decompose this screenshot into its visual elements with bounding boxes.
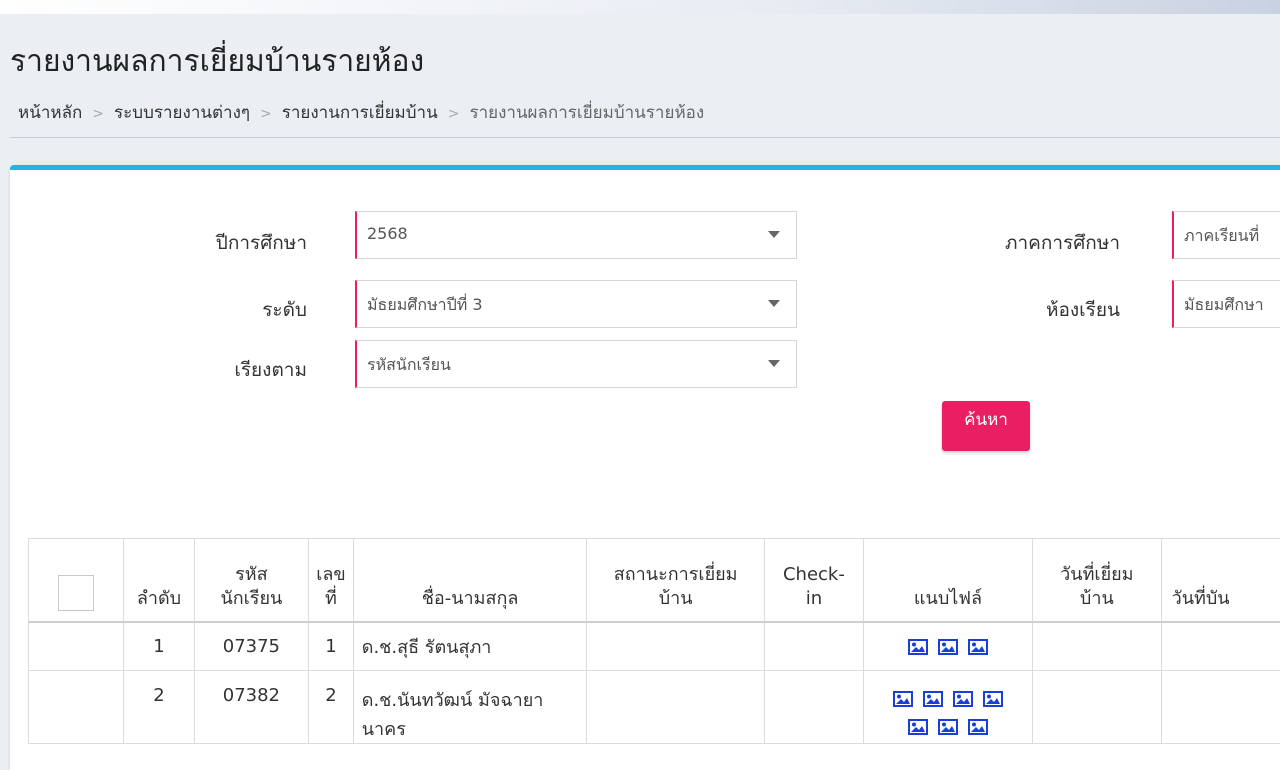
header-record-date: วันที่บัน <box>1161 539 1280 622</box>
table-row: 1 07375 1 ด.ช.สุธี รัตนสุภา <box>29 622 1280 671</box>
cell-order: 1 <box>124 622 194 671</box>
cell-visit-status <box>587 622 765 671</box>
level-label: ระดับ <box>262 295 307 325</box>
cell-record-date <box>1161 622 1280 671</box>
image-icon[interactable] <box>908 719 928 735</box>
cell-number: 2 <box>309 671 354 744</box>
cell-visit-date <box>1033 622 1161 671</box>
breadcrumb-reports[interactable]: ระบบรายงานต่างๆ <box>114 103 250 123</box>
sort-value: รหัสนักเรียน <box>367 353 451 378</box>
cell-name: ด.ช.นันทวัฒน์ มัจฉายานาคร <box>353 671 587 744</box>
image-icon[interactable] <box>908 639 928 655</box>
cell-student-id: 07382 <box>194 671 309 744</box>
cell-attachments <box>863 622 1032 671</box>
image-icon[interactable] <box>983 691 1003 707</box>
breadcrumb-separator: > <box>92 106 104 122</box>
header-checkin: Check-in <box>764 539 863 622</box>
caret-down-icon <box>768 360 780 367</box>
breadcrumb: หน้าหลัก > ระบบรายงานต่างๆ > รายงานการเยี่ยม… <box>18 99 704 126</box>
cell-attachments <box>863 671 1032 744</box>
breadcrumb-home[interactable]: หน้าหลัก <box>18 103 82 123</box>
cell-visit-date <box>1033 671 1161 744</box>
image-icon[interactable] <box>968 639 988 655</box>
level-value: มัธยมศึกษาปีที่ 3 <box>367 293 483 318</box>
top-band <box>0 0 1280 14</box>
semester-label: ภาคการศึกษา <box>1005 228 1120 258</box>
results-table: ลำดับ รหัสนักเรียน เลขที่ ชื่อ-นามสกุล ส… <box>28 538 1280 744</box>
title-divider <box>10 137 1280 138</box>
header-student-id: รหัสนักเรียน <box>194 539 309 622</box>
cell-checkin <box>764 622 863 671</box>
select-all-checkbox[interactable] <box>58 575 94 611</box>
header-visit-date: วันที่เยี่ยมบ้าน <box>1033 539 1161 622</box>
sort-select[interactable]: รหัสนักเรียน <box>355 340 797 388</box>
year-select[interactable]: 2568 <box>355 211 797 259</box>
image-icon[interactable] <box>938 639 958 655</box>
cell-student-id: 07375 <box>194 622 309 671</box>
breadcrumb-separator: > <box>260 106 272 122</box>
image-icon[interactable] <box>893 691 913 707</box>
cell-name: ด.ช.สุธี รัตนสุภา <box>353 622 587 671</box>
header-attachments: แนบไฟล์ <box>863 539 1032 622</box>
row-select-cell <box>29 671 124 744</box>
cell-checkin <box>764 671 863 744</box>
breadcrumb-current: รายงานผลการเยี่ยมบ้านรายห้อง <box>469 103 704 123</box>
breadcrumb-separator: > <box>448 106 460 122</box>
caret-down-icon <box>768 300 780 307</box>
header-number: เลขที่ <box>309 539 354 622</box>
report-card: ปีการศึกษา 2568 ระดับ มัธยมศึกษาปีที่ 3 … <box>10 165 1280 770</box>
classroom-select[interactable]: มัธยมศึกษา <box>1172 280 1280 328</box>
page-title: รายงานผลการเยี่ยมบ้านรายห้อง <box>10 38 424 85</box>
image-icon[interactable] <box>938 719 958 735</box>
cell-order: 2 <box>124 671 194 744</box>
semester-value: ภาคเรียนที่ <box>1184 224 1259 249</box>
classroom-label: ห้องเรียน <box>1046 295 1120 325</box>
header-order: ลำดับ <box>124 539 194 622</box>
year-value: 2568 <box>367 224 408 243</box>
year-label: ปีการศึกษา <box>216 228 307 258</box>
cell-visit-status <box>587 671 765 744</box>
breadcrumb-home-visit[interactable]: รายงานการเยี่ยมบ้าน <box>282 103 438 123</box>
header-name: ชื่อ-นามสกุล <box>353 539 587 622</box>
cell-record-date <box>1161 671 1280 744</box>
semester-select[interactable]: ภาคเรียนที่ <box>1172 211 1280 259</box>
image-icon[interactable] <box>923 691 943 707</box>
select-all-header <box>29 539 124 622</box>
table-row: 2 07382 2 ด.ช.นันทวัฒน์ มัจฉายานาคร <box>29 671 1280 744</box>
search-button[interactable]: ค้นหา <box>942 401 1030 451</box>
caret-down-icon <box>768 231 780 238</box>
classroom-value: มัธยมศึกษา <box>1184 293 1264 318</box>
image-icon[interactable] <box>953 691 973 707</box>
header-visit-status: สถานะการเยี่ยมบ้าน <box>587 539 765 622</box>
sort-label: เรียงตาม <box>234 355 307 385</box>
level-select[interactable]: มัธยมศึกษาปีที่ 3 <box>355 280 797 328</box>
cell-number: 1 <box>309 622 354 671</box>
row-select-cell <box>29 622 124 671</box>
image-icon[interactable] <box>968 719 988 735</box>
